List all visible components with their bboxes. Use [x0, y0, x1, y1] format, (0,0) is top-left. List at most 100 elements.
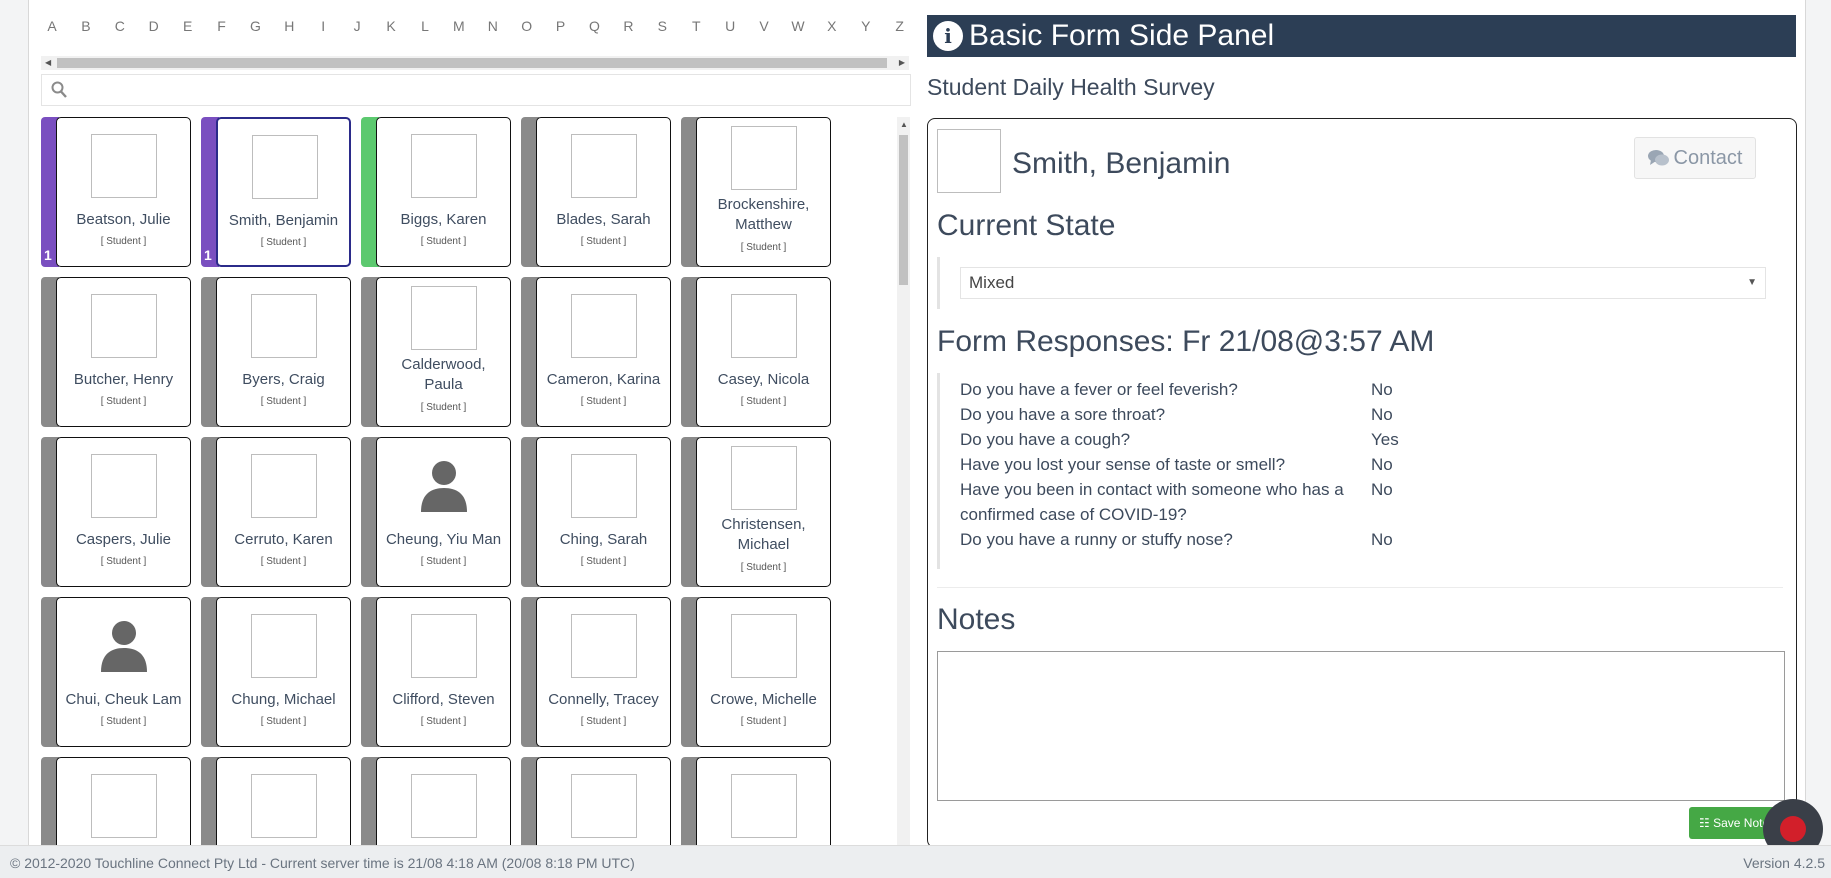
student-card[interactable]: Blades, Sarah [ Student ] [521, 117, 671, 267]
student-card[interactable]: Biggs, Karen [ Student ] [361, 117, 511, 267]
student-card[interactable] [361, 757, 511, 845]
student-photo [251, 294, 317, 358]
vertical-scroll-thumb[interactable] [899, 135, 908, 285]
alpha-letter-a[interactable]: A [40, 18, 64, 40]
scroll-up-icon[interactable]: ▲ [900, 120, 908, 129]
student-card-body: Byers, Craig [ Student ] [216, 277, 351, 427]
alpha-letter-k[interactable]: K [379, 18, 403, 40]
student-photo [731, 126, 797, 190]
alpha-letter-g[interactable]: G [243, 18, 267, 40]
response-answer: No [1371, 405, 1393, 424]
alpha-letter-b[interactable]: B [74, 18, 98, 40]
student-card-body: Clifford, Steven [ Student ] [376, 597, 511, 747]
alpha-letter-v[interactable]: V [752, 18, 776, 40]
alpha-letter-l[interactable]: L [413, 18, 437, 40]
student-card[interactable] [681, 757, 831, 845]
student-card[interactable]: Christensen, Michael [ Student ] [681, 437, 831, 587]
student-card[interactable]: Cerruto, Karen [ Student ] [201, 437, 351, 587]
horizontal-scrollbar[interactable]: ◀ ▶ [41, 56, 909, 70]
alpha-letter-t[interactable]: T [684, 18, 708, 40]
vertical-scrollbar[interactable]: ▲ [897, 117, 910, 845]
student-card[interactable]: Connelly, Tracey [ Student ] [521, 597, 671, 747]
alpha-letter-i[interactable]: I [311, 18, 335, 40]
student-card[interactable]: Caspers, Julie [ Student ] [41, 437, 191, 587]
alpha-letter-d[interactable]: D [142, 18, 166, 40]
student-photo [251, 614, 317, 678]
student-card[interactable]: Smith, Benjamin [ Student ] 1 [201, 117, 351, 267]
student-card-body [216, 757, 351, 845]
student-card-body: Biggs, Karen [ Student ] [376, 117, 511, 267]
student-card[interactable]: Beatson, Julie [ Student ] 1 [41, 117, 191, 267]
search-input[interactable] [76, 79, 896, 101]
student-card[interactable]: Clifford, Steven [ Student ] [361, 597, 511, 747]
alpha-letter-r[interactable]: R [616, 18, 640, 40]
student-card-body: Crowe, Michelle [ Student ] [696, 597, 831, 747]
student-card[interactable] [41, 757, 191, 845]
alpha-letter-f[interactable]: F [210, 18, 234, 40]
student-card[interactable] [201, 757, 351, 845]
response-question: Have you been in contact with someone wh… [960, 480, 1344, 524]
student-card[interactable]: Crowe, Michelle [ Student ] [681, 597, 831, 747]
help-icon [1780, 816, 1806, 842]
student-card[interactable]: Ching, Sarah [ Student ] [521, 437, 671, 587]
student-card[interactable]: Butcher, Henry [ Student ] [41, 277, 191, 427]
student-photo [731, 614, 797, 678]
alpha-letter-p[interactable]: P [549, 18, 573, 40]
alpha-letter-w[interactable]: W [786, 18, 810, 40]
student-card[interactable]: Byers, Craig [ Student ] [201, 277, 351, 427]
student-grid: Beatson, Julie[ Student ] 1 Smith, Benjami… [41, 117, 891, 845]
alpha-letter-n[interactable]: N [481, 18, 505, 40]
student-name-label: Biggs, Karen [400, 211, 487, 228]
alpha-letter-y[interactable]: Y [854, 18, 878, 40]
student-name-label: Christensen, Michael [721, 516, 806, 553]
current-state-select[interactable]: Mixed ▼ [960, 267, 1766, 299]
alphabet-filter: ABCDEFGHIJKLMNOPQRSTUVWXYZ [40, 18, 912, 40]
student-card-body: Butcher, Henry [ Student ] [56, 277, 191, 427]
student-role-label: [ Student ] [740, 716, 787, 727]
alpha-letter-c[interactable]: C [108, 18, 132, 40]
student-card[interactable]: Cheung, Yiu Man [ Student ] [361, 437, 511, 587]
alpha-letter-e[interactable]: E [176, 18, 200, 40]
database-icon: ☷ [1699, 816, 1710, 830]
student-card-body: Calderwood, Paula [ Student ] [376, 277, 511, 427]
student-role-label: [ Student ] [100, 236, 147, 247]
student-card[interactable] [521, 757, 671, 845]
survey-title: Student Daily Health Survey [927, 74, 1215, 100]
response-count-badge: 1 [204, 247, 212, 263]
alpha-letter-z[interactable]: Z [888, 18, 912, 40]
student-card[interactable]: Casey, Nicola [ Student ] [681, 277, 831, 427]
alpha-letter-q[interactable]: Q [583, 18, 607, 40]
student-name-label: Blades, Sarah [556, 211, 651, 228]
alpha-letter-m[interactable]: M [447, 18, 471, 40]
student-card-body: Chui, Cheuk Lam [ Student ] [56, 597, 191, 747]
student-photo [411, 134, 477, 198]
student-photo [571, 614, 637, 678]
student-card[interactable]: Brockenshire, Matthew [ Student ] [681, 117, 831, 267]
student-card-body: Cameron, Karina [ Student ] [536, 277, 671, 427]
student-card[interactable]: Calderwood, Paula [ Student ] [361, 277, 511, 427]
student-photo [731, 294, 797, 358]
scroll-left-icon[interactable]: ◀ [45, 56, 51, 70]
scroll-thumb[interactable] [57, 58, 887, 68]
student-photo [411, 614, 477, 678]
person-icon [419, 458, 469, 512]
student-role-label: [ Student ] [260, 396, 307, 407]
response-question: Do you have a runny or stuffy nose? [960, 530, 1233, 549]
notes-textarea[interactable] [937, 651, 1785, 801]
alpha-letter-u[interactable]: U [718, 18, 742, 40]
alpha-letter-s[interactable]: S [650, 18, 674, 40]
student-card[interactable]: Chui, Cheuk Lam [ Student ] [41, 597, 191, 747]
student-name-label: Casey, Nicola [717, 371, 810, 388]
student-role-label: [ Student ] [420, 402, 467, 413]
alpha-letter-j[interactable]: J [345, 18, 369, 40]
alpha-letter-h[interactable]: H [277, 18, 301, 40]
info-icon: i [933, 21, 963, 51]
alpha-letter-x[interactable]: X [820, 18, 844, 40]
contact-button[interactable]: Contact [1634, 137, 1756, 179]
student-photo [91, 294, 157, 358]
student-card[interactable]: Chung, Michael [ Student ] [201, 597, 351, 747]
student-role-label: [ Student ] [100, 556, 147, 567]
student-card[interactable]: Cameron, Karina [ Student ] [521, 277, 671, 427]
scroll-right-icon[interactable]: ▶ [899, 56, 905, 70]
alpha-letter-o[interactable]: O [515, 18, 539, 40]
